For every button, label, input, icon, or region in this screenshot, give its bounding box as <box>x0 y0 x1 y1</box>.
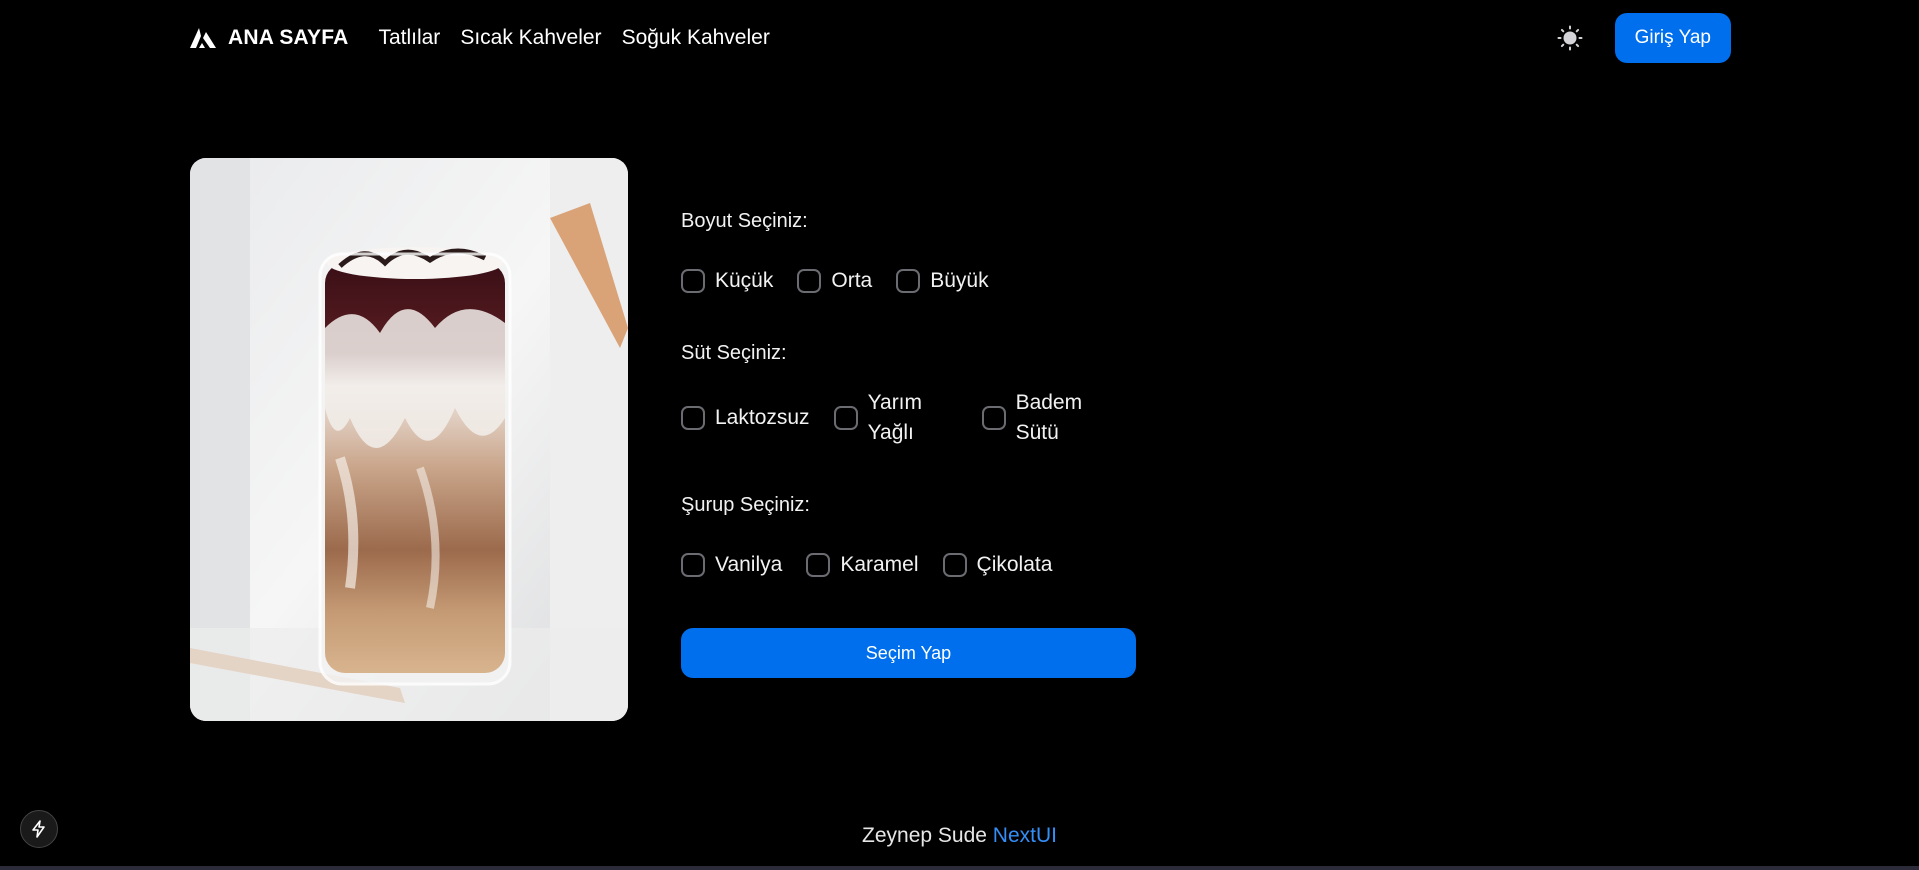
option-label: Yarım Yağlı <box>867 391 923 444</box>
milk-section: Süt Seçiniz: Laktozsuz Yarım Yağlı Badem… <box>681 340 1136 448</box>
nav-link-soguk-kahveler[interactable]: Soğuk Kahveler <box>622 26 770 50</box>
theme-toggle-button[interactable] <box>1555 23 1585 53</box>
sun-icon <box>1557 25 1583 51</box>
size-option-buyuk[interactable]: Büyük <box>896 266 989 296</box>
order-form: Boyut Seçiniz: Küçük Orta Büyük Süt Seçi… <box>681 208 1136 678</box>
checkbox[interactable] <box>681 553 705 577</box>
checkbox[interactable] <box>833 406 858 430</box>
size-option-kucuk[interactable]: Küçük <box>681 266 773 296</box>
option-label: Orta <box>831 269 873 292</box>
syrup-section: Şurup Seçiniz: Vanilya Karamel Çikolata <box>681 492 1136 580</box>
option-label: Karamel <box>840 553 919 576</box>
syrup-option-cikolata[interactable]: Çikolata <box>942 550 1053 580</box>
checkbox[interactable] <box>942 553 967 577</box>
checkbox[interactable] <box>681 406 705 430</box>
footer: Zeynep Sude NextUI <box>0 824 1919 848</box>
nav-links: Tatlılar Sıcak Kahveler Soğuk Kahveler <box>378 26 769 50</box>
login-button[interactable]: Giriş Yap <box>1614 13 1731 63</box>
milk-option-badem-sutu[interactable]: Badem Sütü <box>981 388 1106 448</box>
size-options: Küçük Orta Büyük <box>681 266 1136 296</box>
brand-name: ANA SAYFA <box>228 26 349 49</box>
option-label: Vanilya <box>715 553 783 576</box>
nav-link-tatlilar[interactable]: Tatlılar <box>378 26 440 50</box>
syrup-option-vanilya[interactable]: Vanilya <box>681 550 782 580</box>
option-label: Büyük <box>930 269 989 292</box>
footer-author: Zeynep Sude <box>862 824 987 847</box>
option-label: Çikolata <box>976 553 1053 576</box>
product-image <box>190 158 628 721</box>
milk-option-yarim-yagli[interactable]: Yarım Yağlı <box>833 388 958 448</box>
size-section-title: Boyut Seçiniz: <box>681 210 808 232</box>
option-label: Badem Sütü <box>1015 391 1083 444</box>
milk-options: Laktozsuz Yarım Yağlı Badem Sütü <box>681 388 1136 448</box>
footer-nextui-link[interactable]: NextUI <box>993 824 1057 847</box>
option-label: Laktozsuz <box>715 406 810 429</box>
checkbox[interactable] <box>797 269 822 293</box>
nav-link-sicak-kahveler[interactable]: Sıcak Kahveler <box>460 26 601 50</box>
checkbox[interactable] <box>806 553 831 577</box>
size-option-orta[interactable]: Orta <box>797 266 872 296</box>
navbar: ANA SAYFA Tatlılar Sıcak Kahveler Soğuk … <box>190 12 1731 64</box>
option-label: Küçük <box>715 269 774 292</box>
iced-latte-illustration <box>190 158 628 721</box>
milk-option-laktozsuz[interactable]: Laktozsuz <box>681 403 810 433</box>
nav-actions: Giriş Yap <box>1555 13 1731 63</box>
submit-selection-button[interactable]: Seçim Yap <box>681 628 1136 678</box>
milk-section-title: Süt Seçiniz: <box>681 342 787 364</box>
checkbox[interactable] <box>896 269 921 293</box>
syrup-section-title: Şurup Seçiniz: <box>681 494 810 516</box>
size-section: Boyut Seçiniz: Küçük Orta Büyük <box>681 208 1136 296</box>
brand-home-link[interactable]: ANA SAYFA <box>190 26 348 50</box>
brand-logo-icon <box>190 28 216 48</box>
syrup-option-karamel[interactable]: Karamel <box>806 550 919 580</box>
checkbox[interactable] <box>981 406 1006 430</box>
checkbox[interactable] <box>681 269 705 293</box>
bottom-divider <box>0 866 1919 870</box>
syrup-options: Vanilya Karamel Çikolata <box>681 550 1136 580</box>
